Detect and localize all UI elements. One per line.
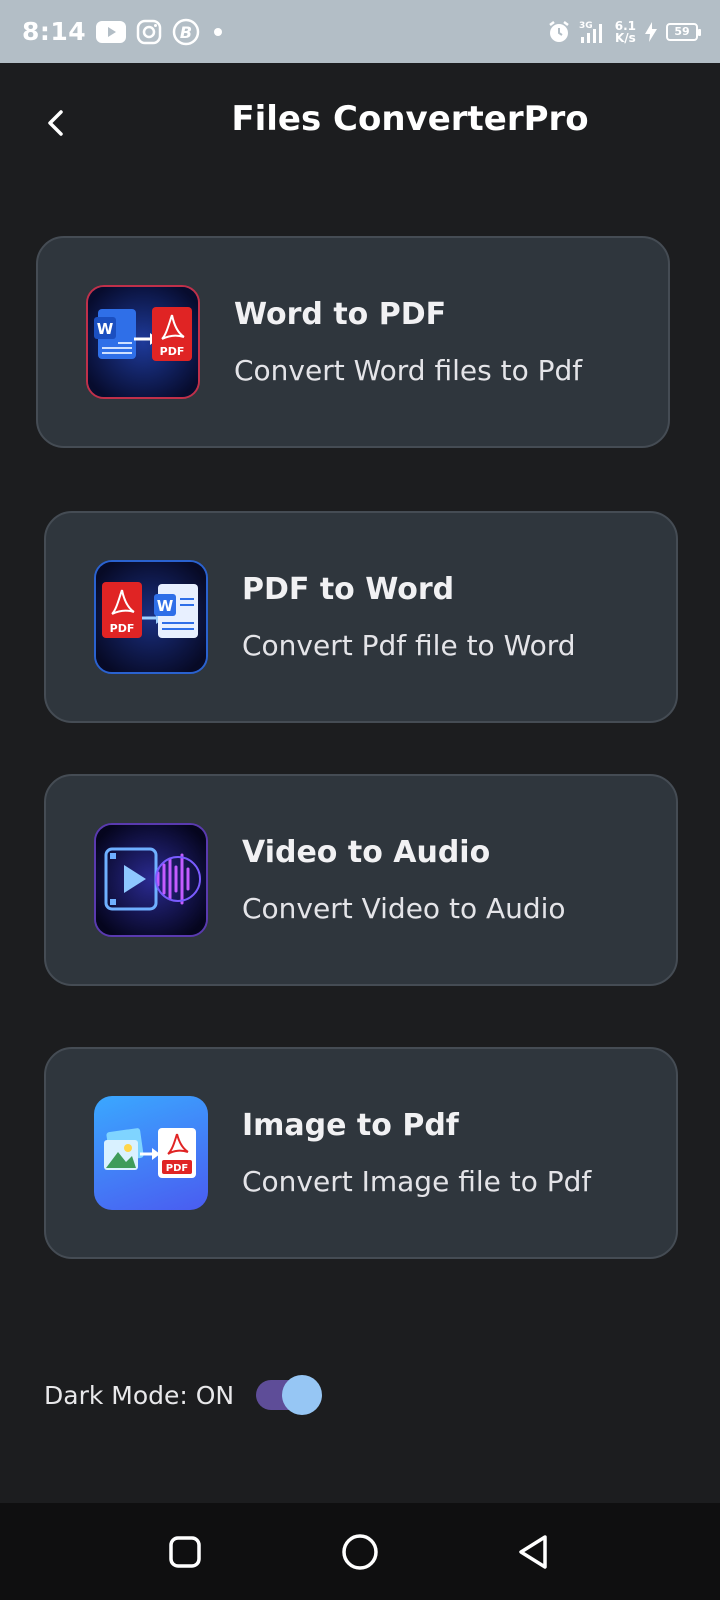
network-speed: 6.1 K/s xyxy=(615,20,636,44)
toggle-knob xyxy=(282,1375,323,1415)
dark-mode-row: Dark Mode: ON xyxy=(44,1375,323,1415)
svg-text:B: B xyxy=(180,23,192,42)
battery-level: 59 xyxy=(674,25,690,38)
svg-text:W: W xyxy=(97,320,114,338)
b-app-icon: B xyxy=(172,18,200,46)
svg-text:PDF: PDF xyxy=(166,1163,188,1174)
image-to-pdf-icon: PDF xyxy=(94,1096,208,1210)
system-nav-bar xyxy=(0,1503,720,1600)
pdf-to-word-title: PDF to Word xyxy=(242,572,455,607)
network-speed-value: 6.1 xyxy=(614,18,636,33)
alarm-icon xyxy=(547,20,571,44)
svg-text:PDF: PDF xyxy=(110,622,135,635)
video-to-audio-title: Video to Audio xyxy=(242,835,491,870)
recents-button[interactable] xyxy=(164,1531,206,1573)
image-to-pdf-title: Image to Pdf xyxy=(242,1108,459,1143)
page-title: Files ConverterPro xyxy=(231,99,589,139)
status-bar: 8:14 B 3G 6.1 K/s 59 xyxy=(0,0,720,63)
image-to-pdf-text: Image to Pdf Convert Image file to Pdf xyxy=(242,1108,591,1198)
dark-mode-toggle[interactable] xyxy=(256,1375,323,1415)
word-to-pdf-subtitle: Convert Word files to Pdf xyxy=(234,354,583,387)
pdf-to-word-subtitle: Convert Pdf file to Word xyxy=(242,629,576,662)
word-to-pdf-icon: W PDF xyxy=(86,285,200,399)
video-to-audio-card[interactable]: Video to Audio Convert Video to Audio xyxy=(44,774,678,986)
dot-icon xyxy=(210,27,226,37)
nav-back-button[interactable] xyxy=(512,1531,554,1573)
youtube-icon xyxy=(96,20,127,43)
charging-icon xyxy=(644,21,658,43)
instagram-icon xyxy=(136,19,162,45)
home-button[interactable] xyxy=(339,1531,381,1573)
pdf-to-word-card[interactable]: PDF W PDF to Word Convert Pdf file to Wo… xyxy=(44,511,678,723)
app-header: Files ConverterPro xyxy=(0,63,720,183)
pdf-to-word-icon: PDF W xyxy=(94,560,208,674)
word-to-pdf-text: Word to PDF Convert Word files to Pdf xyxy=(234,297,582,387)
image-to-pdf-card[interactable]: PDF Image to Pdf Convert Image file to P… xyxy=(44,1047,678,1259)
pdf-to-word-text: PDF to Word Convert Pdf file to Word xyxy=(242,572,576,662)
recents-square-icon xyxy=(169,1536,201,1568)
home-circle-icon xyxy=(342,1534,378,1570)
svg-text:W: W xyxy=(157,597,174,615)
battery-icon: 59 xyxy=(666,22,701,41)
signal-icon: 3G xyxy=(579,19,607,45)
word-to-pdf-title: Word to PDF xyxy=(234,297,447,332)
status-time: 8:14 xyxy=(22,17,87,46)
svg-text:PDF: PDF xyxy=(160,345,185,358)
video-to-audio-subtitle: Convert Video to Audio xyxy=(242,892,566,925)
dark-mode-label: Dark Mode: ON xyxy=(44,1380,235,1410)
back-triangle-icon xyxy=(519,1535,547,1569)
network-type-label: 3G xyxy=(579,21,593,31)
word-to-pdf-card[interactable]: W PDF Word to PDF Convert Word files to … xyxy=(36,236,670,448)
image-to-pdf-subtitle: Convert Image file to Pdf xyxy=(242,1165,592,1198)
video-to-audio-text: Video to Audio Convert Video to Audio xyxy=(242,835,566,925)
network-speed-unit: K/s xyxy=(614,30,636,45)
video-to-audio-icon xyxy=(94,823,208,937)
